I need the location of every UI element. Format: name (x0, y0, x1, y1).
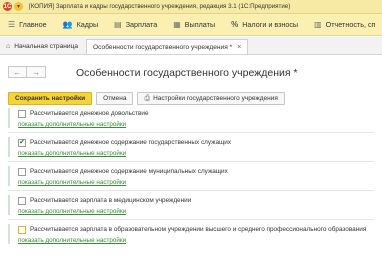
institution-settings-label: Настройки государственного учреждения (153, 95, 278, 102)
show-more-link[interactable]: показать дополнительные настройки (18, 237, 382, 244)
settings-list: Рассчитывается денежное довольствие пока… (8, 108, 382, 244)
app-logo-icon[interactable]: 1С (3, 2, 12, 11)
tab-label: Особенности государственного учреждения … (93, 43, 233, 51)
setting-medical: Рассчитывается зарплата в медицинском уч… (8, 195, 382, 215)
percent-icon: % (231, 20, 239, 29)
section-label: Налоги и взносы (242, 20, 299, 29)
report-icon: ▥ (314, 20, 322, 29)
section-hr[interactable]: 👥 Кадры (63, 20, 99, 29)
divider (8, 190, 374, 191)
back-arrow-icon[interactable]: ← (8, 66, 27, 78)
section-label: Отчетность, сп (325, 20, 376, 29)
history-navigation: ← → (8, 66, 46, 78)
show-more-link[interactable]: показать дополнительные настройки (18, 150, 382, 157)
show-more-link[interactable]: показать дополнительные настройки (18, 179, 382, 186)
tab-home[interactable]: ⌂ Начальная страница (0, 39, 85, 54)
medical-checkbox[interactable] (18, 196, 26, 205)
title-bar: 1С ▾ [КОПИЯ] Зарплата и кадры государств… (0, 0, 382, 14)
setting-label: Рассчитывается денежное содержание муниц… (30, 168, 228, 175)
setting-label: Рассчитывается денежное довольствие (30, 110, 149, 117)
form-toolbar: Сохранить настройки Отмена ⎙ Настройки г… (8, 92, 289, 105)
setting-allowance: Рассчитывается денежное довольствие пока… (8, 108, 382, 128)
document-icon: ▤ (114, 20, 122, 29)
section-label: Зарплата (125, 20, 158, 29)
main-menu-icon[interactable]: ▾ (14, 2, 23, 11)
section-label: Выплаты (184, 20, 216, 29)
forward-arrow-icon[interactable]: → (27, 66, 46, 78)
allowance-checkbox[interactable] (18, 109, 26, 118)
people-icon: 👥 (62, 20, 73, 29)
tab-institution-features[interactable]: Особенности государственного учреждения … (86, 39, 249, 54)
payments-icon: ▦ (173, 20, 181, 29)
section-main[interactable]: ☰ Главное (8, 20, 47, 29)
education-checkbox[interactable] (18, 225, 26, 234)
divider (8, 219, 374, 220)
section-salary[interactable]: ▤ Зарплата (114, 20, 157, 29)
cancel-button[interactable]: Отмена (96, 92, 134, 105)
section-reports[interactable]: ▥ Отчетность, сп (314, 20, 375, 29)
setting-label: Рассчитывается зарплата в медицинском уч… (30, 197, 192, 204)
page-title: Особенности государственного учреждения … (76, 67, 298, 79)
show-more-link[interactable]: показать дополнительные настройки (18, 121, 382, 128)
divider (8, 161, 374, 162)
section-taxes[interactable]: % Налоги и взносы (231, 20, 298, 29)
print-icon: ⎙ (144, 94, 151, 102)
setting-municipal-servants: Рассчитывается денежное содержание муниц… (8, 166, 382, 186)
municipal-servants-checkbox[interactable] (18, 167, 26, 176)
section-label: Кадры (76, 20, 99, 29)
sections-panel: ☰ Главное 👥 Кадры ▤ Зарплата ▦ Выплаты %… (0, 14, 382, 36)
tab-label: Начальная страница (14, 43, 79, 50)
setting-label: Рассчитывается зарплата в образовательно… (30, 226, 367, 233)
save-settings-button[interactable]: Сохранить настройки (8, 92, 93, 105)
divider (8, 132, 374, 133)
close-icon[interactable]: × (237, 44, 241, 51)
setting-education: Рассчитывается зарплата в образовательно… (8, 224, 382, 244)
state-servants-checkbox[interactable]: ✔ (18, 138, 26, 147)
menu-icon: ☰ (8, 20, 16, 29)
section-payments[interactable]: ▦ Выплаты (173, 20, 215, 29)
setting-state-servants: ✔ Рассчитывается денежное содержание гос… (8, 137, 382, 157)
show-more-link[interactable]: показать дополнительные настройки (18, 208, 382, 215)
tabs-bar: ⌂ Начальная страница Особенности государ… (0, 37, 382, 55)
setting-label: Рассчитывается денежное содержание госуд… (30, 139, 232, 146)
section-label: Главное (19, 20, 47, 29)
institution-settings-button[interactable]: ⎙ Настройки государственного учреждения (137, 92, 285, 105)
window-title: [КОПИЯ] Зарплата и кадры государственног… (29, 3, 291, 10)
home-icon: ⌂ (6, 43, 11, 50)
